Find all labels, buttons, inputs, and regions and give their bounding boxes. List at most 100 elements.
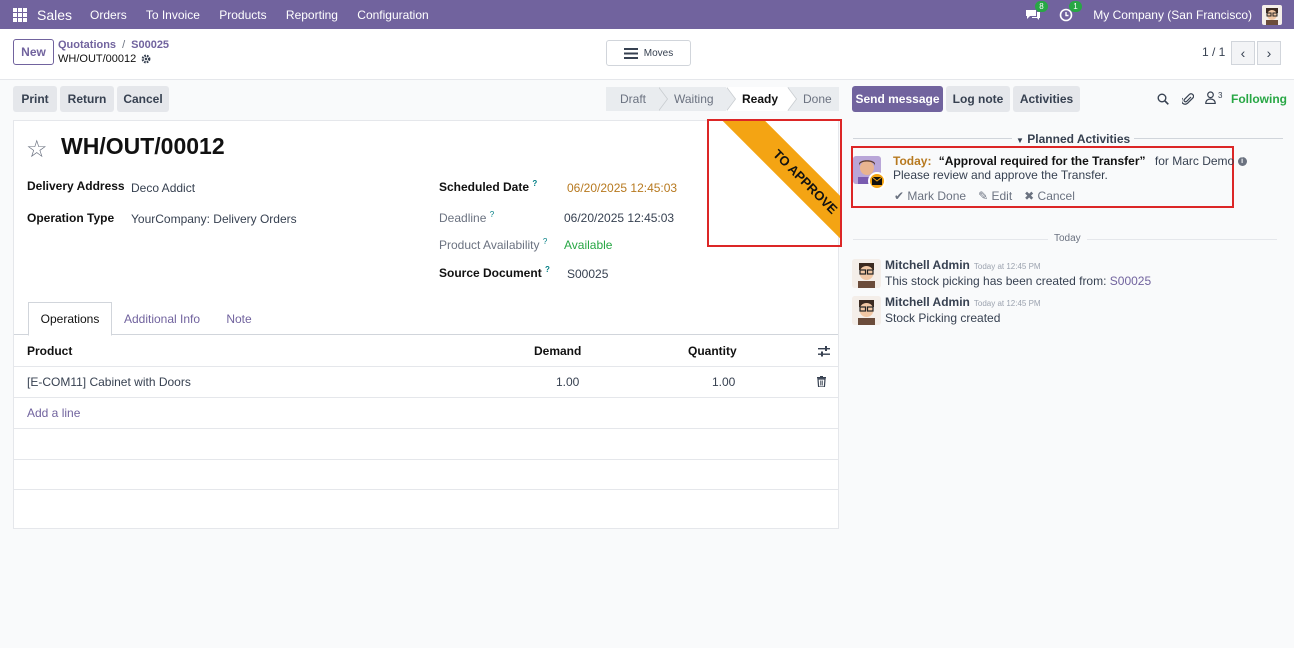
- activities-button[interactable]: Activities: [1013, 86, 1080, 112]
- message-link[interactable]: S00025: [1110, 274, 1151, 288]
- breadcrumb-order[interactable]: S00025: [131, 39, 169, 51]
- tab-additional-info[interactable]: Additional Info: [114, 302, 210, 335]
- quantity-cell[interactable]: 1.00: [712, 375, 735, 389]
- message-avatar[interactable]: [852, 296, 881, 325]
- send-message-button[interactable]: Send message: [852, 86, 943, 112]
- availability-label: Product Availability ?: [439, 237, 548, 252]
- stage-waiting[interactable]: Waiting: [658, 87, 736, 111]
- source-document-label: Source Document ?: [439, 265, 550, 280]
- info-icon[interactable]: i: [1237, 157, 1247, 167]
- menu-reporting[interactable]: Reporting: [286, 8, 338, 22]
- activity-summary: “Approval required for the Transfer”: [938, 154, 1146, 168]
- availability-field: Available: [564, 238, 613, 252]
- add-line-link[interactable]: Add a line: [27, 406, 80, 420]
- caret-down-icon: ▼: [1016, 136, 1024, 145]
- user-icon: [1205, 91, 1216, 104]
- search-icon[interactable]: [1157, 93, 1169, 105]
- user-avatar[interactable]: [1262, 4, 1282, 25]
- scheduled-date-label: Scheduled Date ?: [439, 179, 538, 194]
- tab-operations[interactable]: Operations: [28, 302, 112, 336]
- column-quantity[interactable]: Quantity: [688, 344, 737, 358]
- company-switcher[interactable]: My Company (San Francisco): [1093, 8, 1252, 22]
- messages-badge: 8: [1035, 0, 1048, 12]
- deadline-label: Deadline ?: [439, 210, 495, 225]
- activity-header: Today: “Approval required for the Transf…: [893, 154, 1247, 168]
- pager-next-icon[interactable]: ›: [1257, 41, 1281, 65]
- menu-to-invoice[interactable]: To Invoice: [146, 8, 200, 22]
- operation-type-label: Operation Type: [27, 211, 115, 225]
- scheduled-date-field[interactable]: 06/20/2025 12:45:03: [567, 181, 677, 195]
- message-author[interactable]: Mitchell Admin Today at 12:45 PM: [885, 295, 1041, 309]
- table-row[interactable]: [E-COM11] Cabinet with Doors 1.00 1.00: [14, 367, 838, 398]
- table-header: Product Demand Quantity: [14, 336, 838, 367]
- stage-draft[interactable]: Draft: [606, 87, 668, 111]
- deadline-field: 06/20/2025 12:45:03: [564, 211, 675, 225]
- delivery-address-label: Delivery Address: [27, 179, 125, 193]
- message-body: Stock Picking created: [885, 311, 1001, 325]
- control-panel: New Quotations / S00025 WH/OUT/00012 Moves…: [0, 29, 1294, 80]
- status-bar: Draft Waiting Ready Done: [606, 87, 839, 111]
- empty-row: [14, 460, 838, 490]
- cancel-activity-button[interactable]: ✖ Cancel: [1024, 189, 1075, 203]
- moves-label: Moves: [643, 47, 674, 59]
- star-icon[interactable]: ☆: [26, 135, 48, 164]
- pager-value[interactable]: 1 / 1: [1202, 45, 1225, 59]
- delivery-address-field[interactable]: Deco Addict: [131, 181, 195, 195]
- main-menu: Orders To Invoice Products Reporting Con…: [90, 8, 445, 22]
- ribbon-highlight-box: [707, 119, 842, 247]
- paperclip-icon[interactable]: [1182, 92, 1194, 106]
- source-document-field[interactable]: S00025: [567, 267, 608, 281]
- activity-clock-icon[interactable]: 1: [1059, 0, 1082, 22]
- app-menu-icon[interactable]: [13, 7, 27, 22]
- print-button[interactable]: Print: [13, 86, 57, 112]
- cancel-button[interactable]: Cancel: [117, 86, 169, 112]
- message-body: This stock picking has been created from…: [885, 274, 1152, 288]
- planned-activities-toggle[interactable]: ▼ Planned Activities: [1012, 132, 1135, 146]
- record-name: WH/OUT/00012: [58, 53, 137, 65]
- activity-assignee: for Marc Demo: [1154, 154, 1235, 168]
- trash-icon[interactable]: [817, 376, 826, 387]
- message-avatar[interactable]: [852, 259, 881, 288]
- edit-activity-button[interactable]: ✎ Edit: [978, 189, 1012, 203]
- activity-actions: ✔ Mark Done ✎ Edit ✖ Cancel: [894, 189, 1075, 203]
- message-time: Today at 12:45 PM: [973, 299, 1041, 308]
- return-button[interactable]: Return: [60, 86, 114, 112]
- log-note-button[interactable]: Log note: [946, 86, 1010, 112]
- activities-badge: 1: [1069, 0, 1082, 12]
- demand-cell[interactable]: 1.00: [556, 375, 579, 389]
- breadcrumb-quotations[interactable]: Quotations: [58, 39, 116, 51]
- menu-orders[interactable]: Orders: [90, 8, 127, 22]
- planned-activities-title: Planned Activities: [1027, 132, 1131, 146]
- notebook-tabs: Operations Additional Info Note: [14, 302, 838, 336]
- column-demand[interactable]: Demand: [534, 344, 581, 358]
- column-product[interactable]: Product: [27, 344, 72, 358]
- messaging-icon[interactable]: 8: [1025, 0, 1048, 22]
- pager-previous-icon[interactable]: ‹: [1231, 41, 1255, 65]
- email-activity-icon: [868, 172, 886, 190]
- following-button[interactable]: Following: [1231, 92, 1287, 106]
- followers-button[interactable]: 3: [1205, 91, 1222, 104]
- message-author[interactable]: Mitchell Admin Today at 12:45 PM: [885, 258, 1041, 272]
- activity-due: Today:: [893, 154, 932, 168]
- tab-note[interactable]: Note: [214, 302, 264, 335]
- optional-columns-icon[interactable]: [818, 346, 830, 357]
- gear-icon[interactable]: [141, 54, 151, 64]
- breadcrumb: Quotations / S00025: [58, 39, 170, 51]
- record-name-row: WH/OUT/00012: [58, 53, 151, 65]
- menu-configuration[interactable]: Configuration: [357, 8, 428, 22]
- mark-done-button[interactable]: ✔ Mark Done: [894, 189, 966, 203]
- empty-row: [14, 429, 838, 460]
- followers-count: 3: [1218, 91, 1223, 100]
- day-separator: Today: [1048, 233, 1087, 244]
- operation-type-field[interactable]: YourCompany: Delivery Orders: [131, 212, 297, 226]
- message-time: Today at 12:45 PM: [973, 262, 1041, 271]
- activity-note: Please review and approve the Transfer.: [893, 168, 1108, 182]
- new-button[interactable]: New: [13, 39, 54, 65]
- list-icon: [623, 47, 638, 59]
- app-name[interactable]: Sales: [37, 7, 72, 23]
- form-sheet: ☆ WH/OUT/00012 TO APPROVE Delivery Addre…: [13, 119, 842, 529]
- moves-smart-button[interactable]: Moves: [606, 40, 691, 66]
- product-cell[interactable]: [E-COM11] Cabinet with Doors: [27, 375, 191, 389]
- record-title: WH/OUT/00012: [61, 133, 225, 159]
- menu-products[interactable]: Products: [219, 8, 266, 22]
